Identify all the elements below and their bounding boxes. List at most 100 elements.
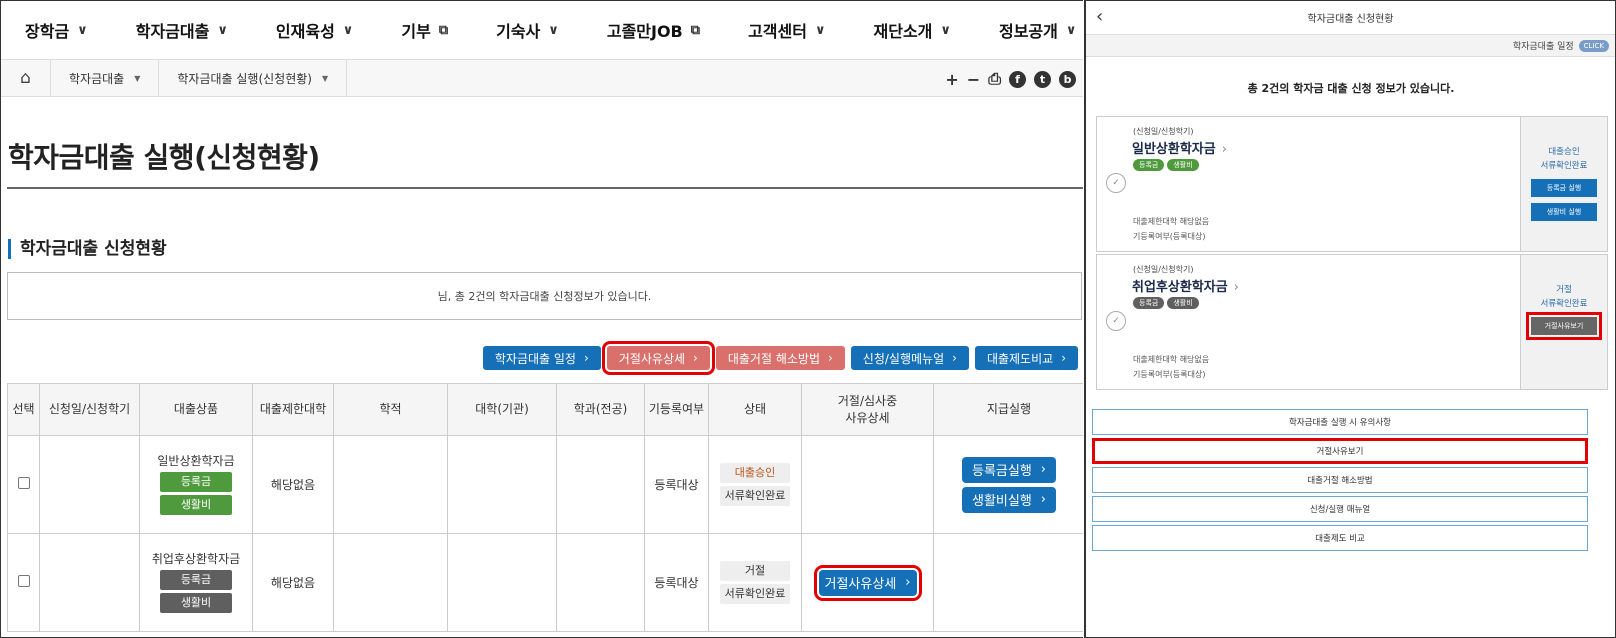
card-info-registered: 기등록여부(등록대상) — [1133, 232, 1206, 241]
action-button[interactable]: 신청/실행메뉴얼 › — [850, 346, 969, 370]
chevron-right-icon: › — [1040, 462, 1046, 477]
zoom-out-icon[interactable]: − — [967, 70, 980, 89]
toolbar: + − ⎙ f t b — [945, 60, 1076, 98]
action-button[interactable]: 거절사유상세 › — [601, 341, 715, 375]
mobile-count-text: 총 2건의 학자금 대출 신청 정보가 있습니다. — [1247, 82, 1455, 95]
card-product-label: 취업후상환학자금 — [1132, 280, 1228, 295]
action-button-label: 신청/실행메뉴얼 — [862, 351, 945, 366]
chevron-down-icon: ∨ — [940, 22, 951, 38]
product-tag: 등록금 — [160, 569, 232, 590]
notice-box: 님, 총 2건의 학자금대출 신청정보가 있습니다. — [7, 272, 1082, 320]
card-action-button[interactable]: 등록금 실행 — [1531, 179, 1597, 197]
table-header-cell: 대학(기관) — [447, 383, 557, 436]
gnb-item-label: 기숙사 — [496, 22, 541, 41]
gnb-item-label: 기부 — [401, 22, 431, 41]
home-icon[interactable]: ⌂ — [1, 59, 51, 97]
action-button-label: 대출거절 해소방법 — [727, 351, 820, 366]
zoom-in-icon[interactable]: + — [945, 70, 958, 89]
gnb-item[interactable]: 고객센터 ∨ — [748, 18, 825, 42]
gnb-item[interactable]: 고졸만JOB ⧉ — [607, 18, 700, 42]
product-cell: 취업후상환학자금 등록금 생활비 — [139, 533, 253, 632]
action-button[interactable]: 학자금대출 일정 › — [482, 346, 601, 370]
desktop-view: 장학금 ∨ 학자금대출 ∨ 인재육성 ∨ 기부 ⧉ 기숙사 ∨ 고졸만JOB ⧉ 고객센터 ∨ 재단소개 ∨ 정… — [0, 0, 1083, 638]
chevron-down-icon: ∨ — [814, 22, 826, 38]
card-info-restrict: 대출제한대학 해당없음 — [1133, 355, 1210, 364]
back-icon[interactable]: ‹ — [1096, 6, 1103, 27]
mobile-link-button[interactable]: 거절사유보기 — [1092, 438, 1588, 464]
gnb-item[interactable]: 인재육성 ∨ — [276, 18, 353, 42]
card-main[interactable]: (신청일/신청학기) 취업후상환학자금 › 등록금 생활비 ✓ 대출제한대학 해당없음 기등록… — [1097, 255, 1520, 389]
chevron-down-icon: ∨ — [342, 22, 354, 38]
table-header-cell: 대출상품 — [139, 383, 253, 436]
pay-button[interactable]: 등록금실행 › — [962, 456, 1056, 483]
select-cell — [7, 533, 40, 632]
check-circle-icon[interactable]: ✓ — [1106, 173, 1126, 193]
table-header-cell: 학적 — [333, 383, 448, 436]
print-icon[interactable]: ⎙ — [988, 69, 1001, 89]
gnb-item[interactable]: 장학금 ∨ — [25, 18, 88, 42]
action-button-label: 대출제도비교 — [986, 351, 1054, 366]
row-checkbox[interactable] — [17, 575, 30, 587]
action-button[interactable]: 대출제도비교 › — [974, 346, 1078, 370]
caret-down-icon: ▼ — [134, 73, 141, 83]
gnb-item-label: 장학금 — [25, 22, 70, 41]
chevron-down-icon: ∨ — [548, 22, 559, 38]
card-action-button[interactable]: 생활비 실행 — [1531, 203, 1597, 221]
reason-cell: 거절사유상세 › — [801, 533, 934, 632]
twitter-icon[interactable]: t — [1034, 70, 1051, 88]
academic-cell — [333, 533, 448, 632]
gnb-item-label: 인재육성 — [275, 22, 335, 41]
breadcrumb-item-status[interactable]: 학자금대출 실행(신청현황) ▼ — [159, 59, 348, 97]
school-cell — [447, 435, 557, 534]
card-action-button[interactable]: 거절사유보기 — [1526, 312, 1602, 340]
gnb-item[interactable]: 정보공개 ∨ — [999, 18, 1076, 42]
card-tag: 생활비 — [1167, 297, 1199, 309]
card-info: 대출제한대학 해당없음 기등록여부(등록대상) — [1133, 352, 1209, 382]
chevron-down-icon: ∨ — [1065, 22, 1077, 38]
mobile-link-button[interactable]: 학자금대출 실행 시 유의사항 — [1092, 409, 1588, 435]
mobile-link-button[interactable]: 대출거절 해소방법 — [1092, 467, 1588, 493]
action-buttons: 학자금대출 일정 › 거절사유상세 › 대출거절 해소방법 › 신청/실행메뉴얼 › 대출제도비… — [482, 341, 1078, 375]
page-title: 학자금대출 실행(신청현황) — [8, 141, 320, 174]
gnb-item[interactable]: 학자금대출 ∨ — [136, 18, 228, 42]
chevron-right-icon: › — [827, 351, 833, 365]
card-status: 거절 — [1556, 285, 1572, 295]
action-button[interactable]: 대출거절 해소방법 › — [715, 346, 845, 370]
card-info-restrict: 대출제한대학 해당없음 — [1133, 217, 1210, 226]
click-badge[interactable]: CLICK — [1578, 39, 1609, 52]
chevron-right-icon: › — [905, 575, 911, 590]
date-cell — [39, 533, 140, 632]
check-circle-icon[interactable]: ✓ — [1106, 311, 1126, 331]
title-divider — [7, 187, 1083, 189]
gnb-item[interactable]: 재단소개 ∨ — [874, 18, 951, 42]
facebook-icon[interactable]: f — [1009, 70, 1026, 88]
chevron-right-icon: › — [1233, 280, 1239, 295]
card-product-name[interactable]: 일반상환학자금 › — [1132, 138, 1227, 157]
table-header-cell: 거절/심사중 사유상세 — [801, 383, 934, 436]
card-status-panel: 대출승인 서류확인완료 등록금 실행 생활비 실행 — [1520, 117, 1607, 251]
mobile-link-button[interactable]: 신청/실행 매뉴얼 — [1092, 496, 1588, 522]
select-cell — [7, 435, 40, 534]
row-checkbox[interactable] — [17, 477, 30, 489]
school-cell — [447, 533, 557, 632]
gnb-item[interactable]: 기부 ⧉ — [401, 18, 448, 42]
major-cell — [556, 435, 645, 534]
gnb-item[interactable]: 기숙사 ∨ — [496, 18, 559, 42]
card-product-name[interactable]: 취업후상환학자금 › — [1132, 276, 1239, 295]
reject-reason-button[interactable]: 거절사유상세 › — [813, 564, 922, 601]
mobile-schedule-bar[interactable]: 학자금대출 일정 CLICK — [1086, 35, 1615, 57]
table-header-cell: 대출제한대학 — [252, 383, 334, 436]
pay-button[interactable]: 생활비실행 › — [962, 486, 1056, 513]
card-product-label: 일반상환학자금 — [1132, 142, 1216, 157]
chevron-right-icon: › — [952, 351, 957, 365]
chevron-right-icon: › — [693, 351, 698, 365]
pay-cell — [933, 533, 1083, 632]
card-status-panel: 거절 서류확인완료 거절사유보기 — [1520, 255, 1607, 389]
card-main[interactable]: (신청일/신청학기) 일반상환학자금 › 등록금 생활비 ✓ 대출제한대학 해당없음 기등록여… — [1097, 117, 1520, 251]
blog-icon[interactable]: b — [1059, 70, 1076, 88]
table-row: 일반상환학자금 등록금 생활비 해당없음 등록대상 대출승인 서류확인완료 등록금실행 › 생활비… — [7, 435, 1083, 534]
breadcrumb-item-loan[interactable]: 학자금대출 ▼ — [51, 59, 160, 97]
mobile-link-button[interactable]: 대출제도 비교 — [1092, 525, 1588, 551]
status-badge: 거절 — [720, 561, 790, 581]
academic-cell — [333, 435, 448, 534]
